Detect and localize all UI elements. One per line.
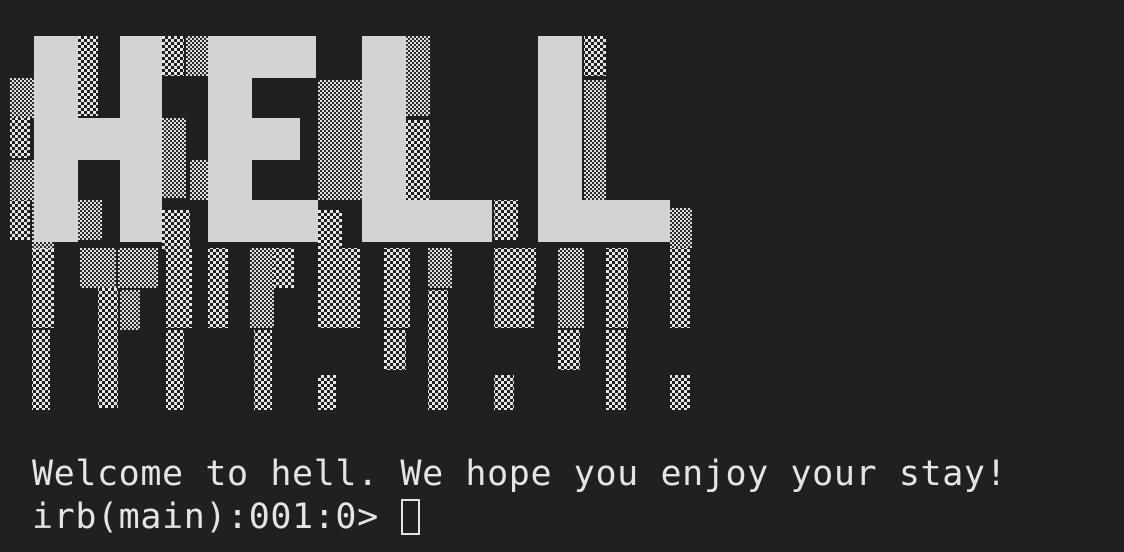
ascii-hell-banner [10, 36, 692, 410]
banner-shade-block [606, 248, 628, 328]
banner-shade-block [32, 330, 50, 410]
banner-letter-block [208, 118, 300, 160]
banner-shade-block [78, 200, 102, 240]
banner-shade-block [494, 200, 518, 240]
banner-letter-block [208, 36, 316, 78]
banner-shade-block [162, 36, 184, 76]
banner-shade-block [384, 330, 406, 370]
banner-shade-block [78, 36, 98, 116]
banner-shade-block [606, 330, 626, 410]
banner-shade-block [406, 120, 430, 200]
banner-shade-block [274, 248, 294, 288]
banner-shade-block [118, 248, 158, 288]
banner-shade-block [670, 208, 692, 248]
irb-prompt: irb(main):001:0> [32, 497, 379, 537]
banner-shade-block [406, 36, 430, 116]
banner-shade-block [166, 248, 192, 328]
banner-letter-block [208, 200, 318, 242]
banner-shade-block [10, 160, 32, 200]
banner-shade-block [254, 330, 272, 410]
banner-shade-block [162, 118, 186, 198]
banner-shade-block [516, 248, 536, 288]
banner-shade-block [428, 248, 452, 288]
banner-shade-block [250, 248, 274, 328]
banner-shade-block [340, 80, 362, 200]
banner-shade-block [670, 375, 690, 410]
banner-shade-block [10, 78, 34, 118]
banner-shade-block [80, 248, 116, 288]
banner-shade-block [584, 80, 606, 200]
banner-letter-block [538, 200, 670, 242]
banner-shade-block [162, 210, 190, 250]
banner-shade-block [10, 200, 30, 240]
banner-shade-block [340, 248, 360, 328]
banner-shade-block [384, 248, 410, 328]
banner-shade-block [318, 80, 340, 200]
banner-letter-block [34, 118, 162, 160]
banner-shade-block [98, 288, 118, 408]
text-cursor [400, 499, 420, 535]
banner-shade-block [584, 36, 606, 76]
banner-shade-block [186, 36, 208, 76]
banner-shade-block [208, 248, 228, 328]
banner-shade-block [494, 375, 514, 410]
banner-shade-block [558, 330, 580, 370]
banner-shade-block [32, 248, 54, 328]
banner-shade-block [318, 375, 336, 410]
banner-shade-block [318, 210, 342, 250]
banner-shade-block [166, 330, 184, 410]
banner-shade-block [318, 248, 342, 328]
welcome-message: Welcome to hell. We hope you enjoy your … [32, 454, 1008, 494]
banner-shade-block [670, 248, 690, 328]
banner-shade-block [120, 290, 140, 330]
banner-letter-block [362, 200, 492, 242]
terminal-window[interactable]: Welcome to hell. We hope you enjoy your … [0, 0, 1124, 552]
banner-shade-block [558, 248, 584, 328]
banner-shade-block [428, 290, 448, 410]
banner-shade-block [10, 118, 30, 158]
irb-prompt-line[interactable]: irb(main):001:0> [32, 495, 420, 539]
